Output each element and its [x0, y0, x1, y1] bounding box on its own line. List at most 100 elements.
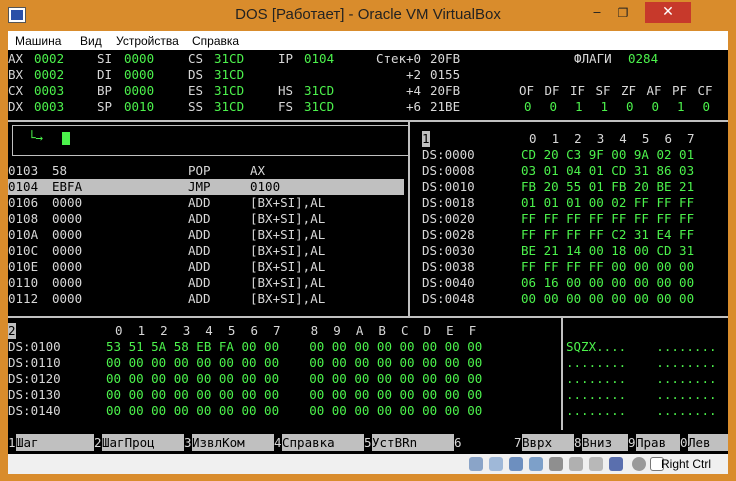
menu-help[interactable]: Справка	[192, 34, 239, 48]
disasm-address[interactable]: 010E	[8, 259, 38, 275]
fkey-label[interactable]: ИзвлКом	[192, 434, 274, 451]
dump-1-bytes[interactable]: FF FF FF FF FF FF FF FF	[521, 211, 694, 227]
disasm-address[interactable]: 0112	[8, 291, 38, 307]
register-value[interactable]: 0010	[124, 99, 154, 115]
close-button[interactable]: ✕	[645, 2, 691, 23]
register-value[interactable]: 31CD	[304, 83, 334, 99]
stack-value[interactable]: 0155	[430, 67, 460, 83]
disasm-opcode: ADD	[188, 195, 211, 210]
register-value[interactable]: 0104	[304, 51, 334, 67]
flag-value[interactable]: 1	[601, 99, 609, 115]
fkey-label[interactable]: УстВRn	[372, 434, 454, 451]
title-bar: DOS [Работает] - Oracle VM VirtualBox ‒ …	[0, 0, 736, 31]
menu-machine[interactable]: Машина	[15, 34, 61, 48]
register-value[interactable]: 0000	[124, 67, 154, 83]
floppy-icon[interactable]	[509, 457, 523, 471]
optical-drive-icon[interactable]	[489, 457, 503, 471]
flag-value[interactable]: 0	[524, 99, 532, 115]
disasm-operands: [BX+SI],AL	[250, 195, 326, 210]
dump-2-bytes[interactable]: 00 00 00 00 00 00 00 00 00 00 00 00 00 0…	[106, 387, 482, 403]
display-icon[interactable]	[589, 457, 603, 471]
register-value[interactable]: 0003	[34, 99, 64, 115]
flag-value[interactable]: 0	[550, 99, 558, 115]
menu-devices[interactable]: Устройства	[116, 34, 179, 48]
dump-1-bytes[interactable]: FB 20 55 01 FB 20 BE 21	[521, 179, 694, 195]
register-value[interactable]: 31CD	[214, 99, 244, 115]
menu-bar: Машина Вид Устройства Справка	[8, 31, 728, 50]
stack-value[interactable]: 20FB	[430, 51, 460, 67]
flag-name: IF	[570, 83, 586, 98]
disasm-address[interactable]: 010A	[8, 227, 38, 243]
register-value[interactable]: 31CD	[214, 51, 244, 67]
register-value[interactable]: 0000	[124, 51, 154, 67]
command-prompt-arrow: └→	[28, 130, 44, 145]
flag-value[interactable]: 1	[677, 99, 685, 115]
fkey-label[interactable]: Вврх	[522, 434, 574, 451]
harddisk-icon[interactable]	[469, 457, 483, 471]
fkey-label[interactable]: Справка	[282, 434, 364, 451]
fkey-label[interactable]: ШагПроц	[102, 434, 184, 451]
dump-1-bytes[interactable]: 06 16 00 00 00 00 00 00	[521, 275, 694, 291]
maximize-button[interactable]: ❐	[611, 2, 635, 24]
fkey-label[interactable]: Прав	[636, 434, 680, 451]
flag-value[interactable]: 1	[575, 99, 583, 115]
dump-1-address: DS:0040	[422, 275, 475, 290]
vm-screen[interactable]: AX 0002 SI 0000 CS 31CD IP 0104 +0 20FB BX 0002 DI 00…	[8, 50, 728, 454]
dump-2-bytes[interactable]: 00 00 00 00 00 00 00 00 00 00 00 00 00 0…	[106, 355, 482, 371]
stack-value[interactable]: 20FB	[430, 83, 460, 99]
stack-value[interactable]: 21BE	[430, 99, 460, 115]
dump-1-bytes[interactable]: CD 20 C3 9F 00 9A 02 01	[521, 147, 694, 163]
dump-2-address: DS:0130	[8, 387, 61, 402]
dump-1-address: DS:0028	[422, 227, 475, 242]
disasm-address[interactable]: 0103	[8, 163, 38, 179]
dump-2-ascii: ........ ........	[566, 355, 717, 370]
dump-2-number: 2	[8, 323, 16, 339]
register-value[interactable]: 31CD	[304, 99, 334, 115]
dump-2-bytes[interactable]: 00 00 00 00 00 00 00 00 00 00 00 00 00 0…	[106, 403, 482, 419]
disasm-address[interactable]: 010C	[8, 243, 38, 259]
register-value[interactable]: 0003	[34, 83, 64, 99]
register-value[interactable]: 31CD	[214, 67, 244, 83]
fkey-label[interactable]: Вниз	[582, 434, 628, 451]
dump-1-address: DS:0000	[422, 147, 475, 162]
register-value[interactable]: 0002	[34, 51, 64, 67]
stack-offset: +2	[406, 67, 422, 82]
register-name: CS	[188, 51, 204, 66]
dump-1-bytes[interactable]: 03 01 04 01 CD 31 86 03	[521, 163, 694, 179]
shared-folders-icon[interactable]	[569, 457, 583, 471]
flags-value[interactable]: 0284	[628, 51, 658, 67]
fkey-number: 2	[94, 435, 102, 450]
fkey-number: 4	[274, 435, 282, 450]
mouse-integration-icon[interactable]	[632, 457, 646, 471]
dump-1-bytes[interactable]: 00 00 00 00 00 00 00 00	[521, 291, 694, 307]
register-name: HS	[278, 83, 294, 98]
disasm-address[interactable]: 0106	[8, 195, 38, 211]
dump-1-bytes[interactable]: FF FF FF FF C2 31 E4 FF	[521, 227, 694, 243]
menu-view[interactable]: Вид	[80, 34, 102, 48]
flag-value[interactable]: 0	[652, 99, 660, 115]
disasm-address[interactable]: 0110	[8, 275, 38, 291]
disasm-address[interactable]: 0108	[8, 211, 38, 227]
register-value[interactable]: 31CD	[214, 83, 244, 99]
dump-2-bytes[interactable]: 00 00 00 00 00 00 00 00 00 00 00 00 00 0…	[106, 371, 482, 387]
dump-2-ascii: ........ ........	[566, 403, 717, 418]
usb-icon[interactable]	[549, 457, 563, 471]
register-value[interactable]: 0002	[34, 67, 64, 83]
dump-2-ascii: ........ ........	[566, 387, 717, 402]
dump-1-bytes[interactable]: BE 21 14 00 18 00 CD 31	[521, 243, 694, 259]
dump-2-bytes[interactable]: 53 51 5A 58 EB FA 00 00 00 00 00 00 00 0…	[106, 339, 482, 355]
disasm-operands: [BX+SI],AL	[250, 275, 326, 290]
network-icon[interactable]	[529, 457, 543, 471]
disasm-bytes: EBFA	[52, 179, 83, 194]
flag-value[interactable]: 0	[703, 99, 711, 115]
disasm-address[interactable]: 0104	[8, 179, 38, 195]
dump-1-bytes[interactable]: FF FF FF FF 00 00 00 00	[521, 259, 694, 275]
minimize-button[interactable]: ‒	[587, 2, 607, 24]
register-value[interactable]: 0000	[124, 83, 154, 99]
flag-value[interactable]: 0	[626, 99, 634, 115]
fkey-label[interactable]: Лев	[688, 434, 728, 451]
dump-1-bytes[interactable]: 01 01 01 00 02 FF FF FF	[521, 195, 694, 211]
fkey-label[interactable]: Шаг	[16, 434, 94, 451]
stack-label: Стек	[376, 51, 407, 66]
video-capture-icon[interactable]	[609, 457, 623, 471]
